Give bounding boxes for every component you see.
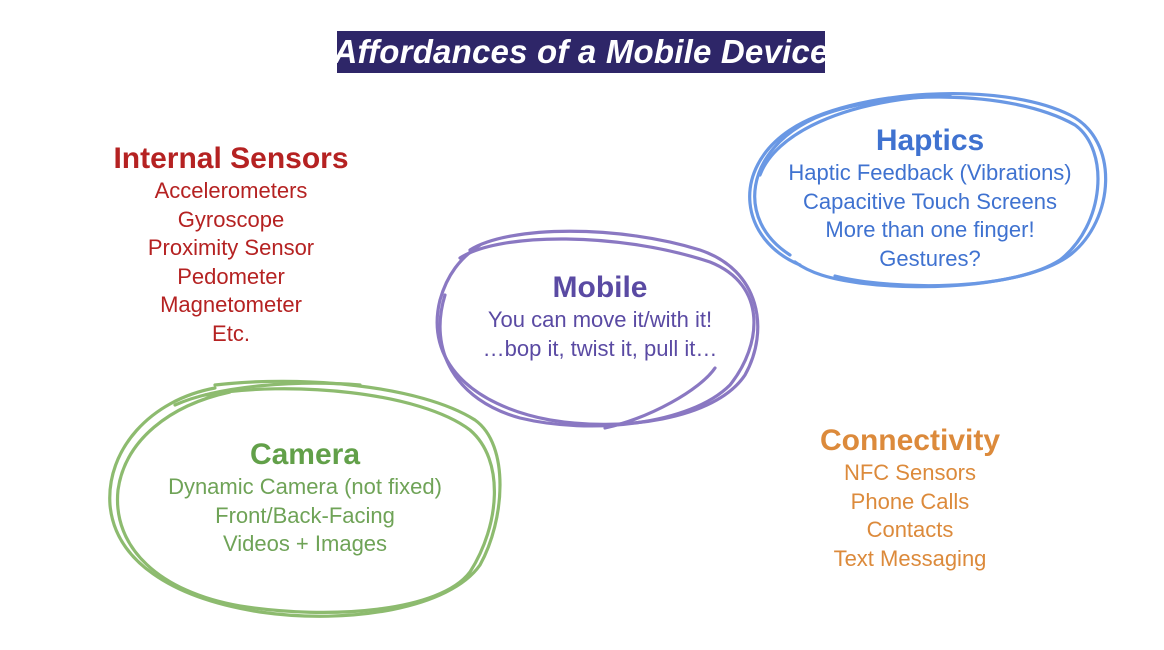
mobile-group: Mobile You can move it/with it! …bop it,… xyxy=(450,271,750,363)
connectivity-group: Connectivity NFC Sensors Phone Calls Con… xyxy=(770,424,1050,573)
list-item: Pedometer xyxy=(177,263,285,289)
camera-heading: Camera xyxy=(249,438,361,471)
list-item: Capacitive Touch Screens xyxy=(803,188,1057,214)
mobile-heading: Mobile xyxy=(552,271,648,304)
list-item: Magnetometer xyxy=(160,292,302,317)
list-item: Gestures? xyxy=(879,245,981,271)
haptics-group: Haptics Haptic Feedback (Vibrations) Cap… xyxy=(760,124,1100,273)
internal-sensors-heading: Internal Sensors xyxy=(113,142,349,175)
list-item: Proximity Sensor xyxy=(147,235,315,260)
list-item: Accelerometers xyxy=(154,178,308,203)
haptics-heading: Haptics xyxy=(875,124,985,157)
list-item: Front/Back-Facing xyxy=(215,502,395,528)
internal-sensors-group: Internal Sensors Accelerometers Gyroscop… xyxy=(76,142,386,348)
list-item: More than one finger! xyxy=(825,217,1035,242)
list-item: Etc. xyxy=(212,320,250,346)
camera-group: Camera Dynamic Camera (not fixed) Front/… xyxy=(130,438,480,559)
list-item: Haptic Feedback (Vibrations) xyxy=(788,160,1072,185)
list-item: Dynamic Camera (not fixed) xyxy=(168,474,442,499)
list-item: …bop it, twist it, pull it… xyxy=(482,335,718,361)
list-item: Gyroscope xyxy=(177,206,285,232)
list-item: You can move it/with it! xyxy=(487,307,713,332)
list-item: NFC Sensors xyxy=(843,460,977,485)
connectivity-heading: Connectivity xyxy=(819,424,1001,457)
list-item: Phone Calls xyxy=(850,488,970,514)
list-item: Text Messaging xyxy=(833,545,987,571)
list-item: Videos + Images xyxy=(222,531,388,556)
list-item: Contacts xyxy=(866,517,954,542)
